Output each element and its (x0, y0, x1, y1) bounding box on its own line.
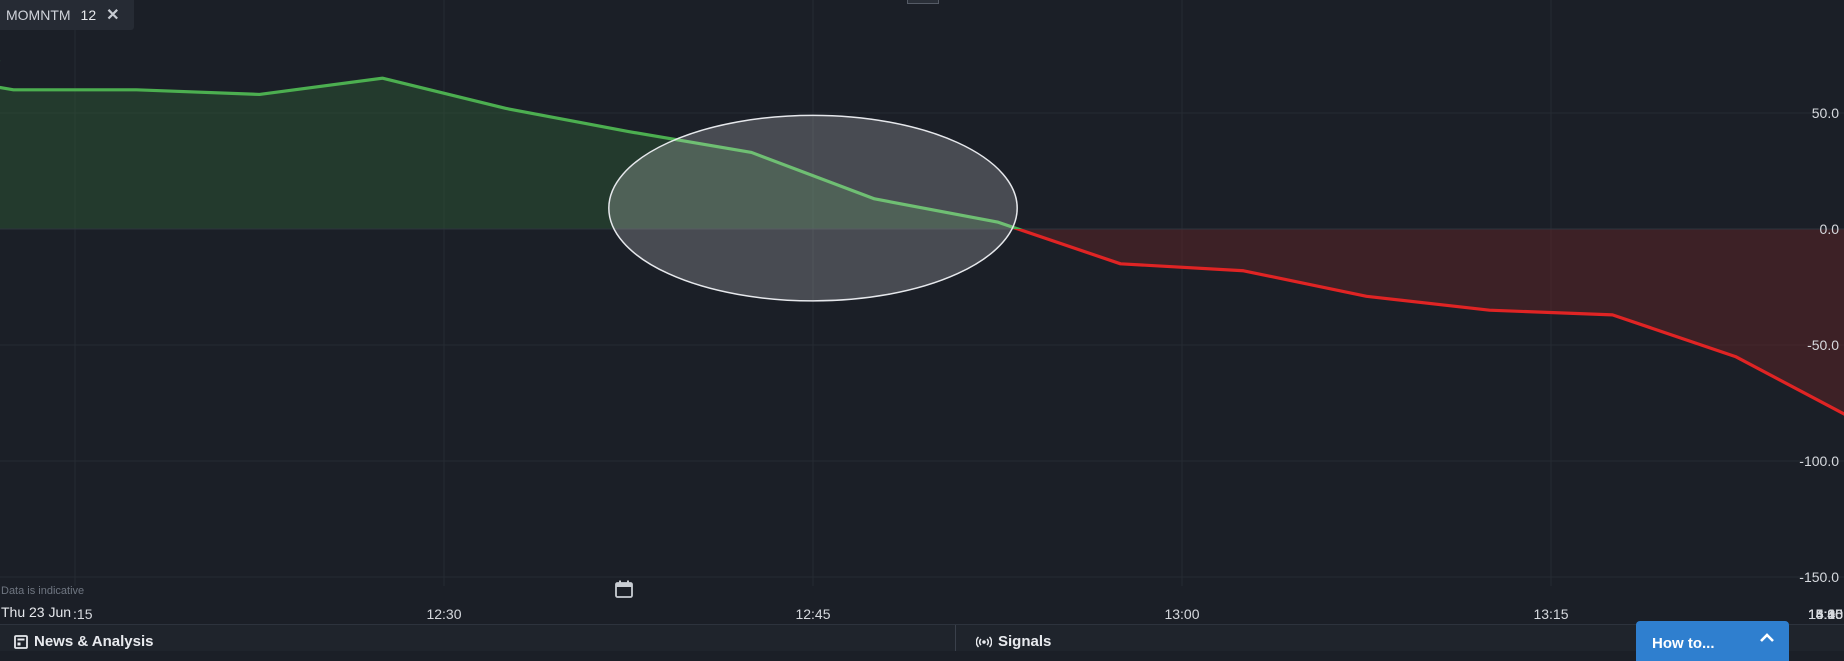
x-axis: 12:1512:3012:4513:0013:1513:3013:4514:00… (57, 606, 1843, 622)
how-to-label: How to... (1652, 635, 1715, 652)
date-label: Thu 23 Jun (1, 604, 73, 620)
x-tick-label: 12:45 (795, 606, 830, 622)
news-analysis-label: News & Analysis (34, 633, 154, 650)
chevron-up-icon (1759, 631, 1775, 643)
x-tick-label: 12:30 (426, 606, 461, 622)
panel-divider (955, 625, 956, 651)
indicator-name: MOMNTM (6, 7, 71, 23)
signal-icon (976, 635, 992, 649)
x-tick-label: 13:15 (1533, 606, 1568, 622)
collapse-handle[interactable] (907, 0, 939, 4)
indicator-label[interactable]: MOMNTM 12 ✕ (0, 0, 134, 30)
momentum-chart[interactable]: 50.00.0-50.0-100.0-150.0 12:1512:3012:45… (0, 0, 1844, 624)
signals-tab[interactable]: Signals (976, 633, 1051, 650)
y-tick-label: 0.0 (1820, 221, 1840, 237)
news-analysis-tab[interactable]: News & Analysis (14, 633, 154, 650)
y-tick-label: -150.0 (1799, 569, 1839, 585)
calendar-icon[interactable] (614, 579, 634, 599)
x-tick-label: 16:15 (1808, 606, 1843, 622)
signals-label: Signals (998, 633, 1051, 650)
data-note: Data is indicative (1, 585, 84, 597)
indicator-period: 12 (81, 7, 97, 23)
newspaper-icon (14, 635, 28, 649)
close-icon[interactable]: ✕ (106, 5, 119, 25)
highlight-ellipse (609, 115, 1017, 301)
y-tick-label: 50.0 (1812, 105, 1839, 121)
bottom-panel-bar: News & Analysis Signals (0, 624, 1844, 651)
x-tick-label: 13:00 (1164, 606, 1199, 622)
y-tick-label: -50.0 (1807, 337, 1839, 353)
y-tick-label: -100.0 (1799, 453, 1839, 469)
how-to-button[interactable]: How to... (1636, 621, 1789, 661)
